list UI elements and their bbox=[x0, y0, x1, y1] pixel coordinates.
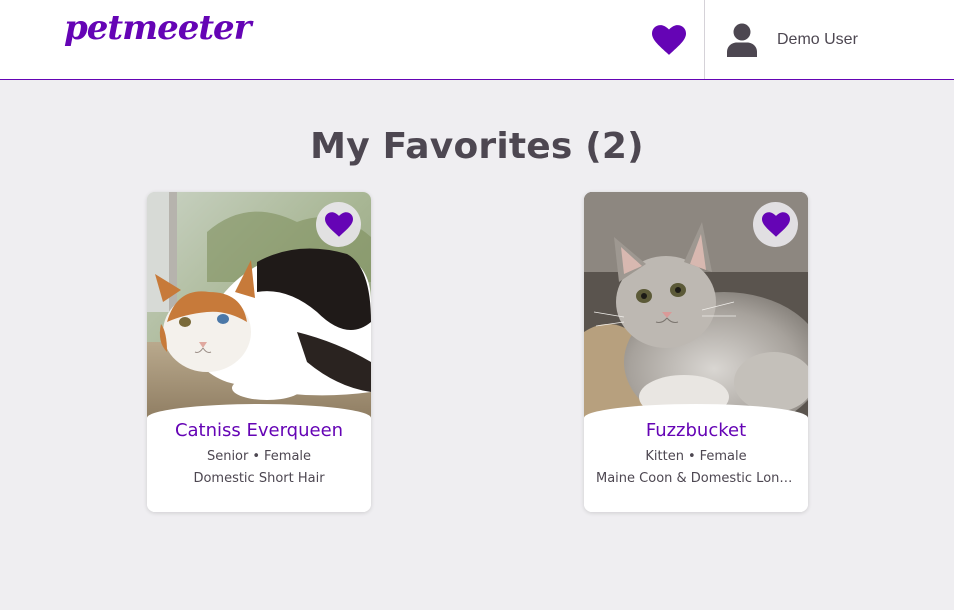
pet-gender: Female bbox=[699, 449, 747, 464]
pet-card[interactable]: Fuzzbucket Kitten • Female Maine Coon & Do… bbox=[584, 192, 808, 512]
pet-age: Senior bbox=[206, 449, 249, 464]
pet-card-details: Catniss Everqueen Senior • Female Domestic… bbox=[147, 404, 371, 512]
heart-icon bbox=[761, 212, 790, 237]
pet-card-details: Fuzzbucket Kitten • Female Maine Coon & Do… bbox=[584, 404, 808, 512]
pet-name[interactable]: Catniss Everqueen bbox=[147, 420, 371, 441]
pet-age-gender: Senior • Female bbox=[147, 449, 371, 464]
user-name: Demo User bbox=[777, 31, 858, 48]
favorites-nav-button[interactable] bbox=[648, 20, 690, 60]
user-icon bbox=[724, 22, 760, 58]
pet-age: Kitten bbox=[645, 449, 684, 464]
pet-gender: Female bbox=[264, 449, 312, 464]
pet-card[interactable]: Catniss Everqueen Senior • Female Domestic… bbox=[147, 192, 371, 512]
page-title: My Favorites (2) bbox=[310, 126, 644, 167]
user-menu[interactable]: Demo User bbox=[724, 20, 858, 60]
pet-age-gender: Kitten • Female bbox=[584, 449, 808, 464]
logo[interactable]: petmeeter bbox=[64, 8, 252, 48]
pet-breed: Domestic Short Hair bbox=[193, 471, 325, 486]
unfavorite-button[interactable] bbox=[316, 202, 361, 247]
pet-breed: Maine Coon & Domestic Long Hair bbox=[596, 471, 796, 486]
unfavorite-button[interactable] bbox=[753, 202, 798, 247]
nav-divider bbox=[704, 0, 705, 79]
heart-icon bbox=[324, 212, 353, 237]
info-separator: • bbox=[687, 449, 696, 464]
pet-name[interactable]: Fuzzbucket bbox=[584, 420, 808, 441]
heart-icon bbox=[652, 25, 686, 55]
info-separator: • bbox=[252, 449, 261, 464]
top-nav: petmeeter Demo User bbox=[0, 0, 954, 80]
